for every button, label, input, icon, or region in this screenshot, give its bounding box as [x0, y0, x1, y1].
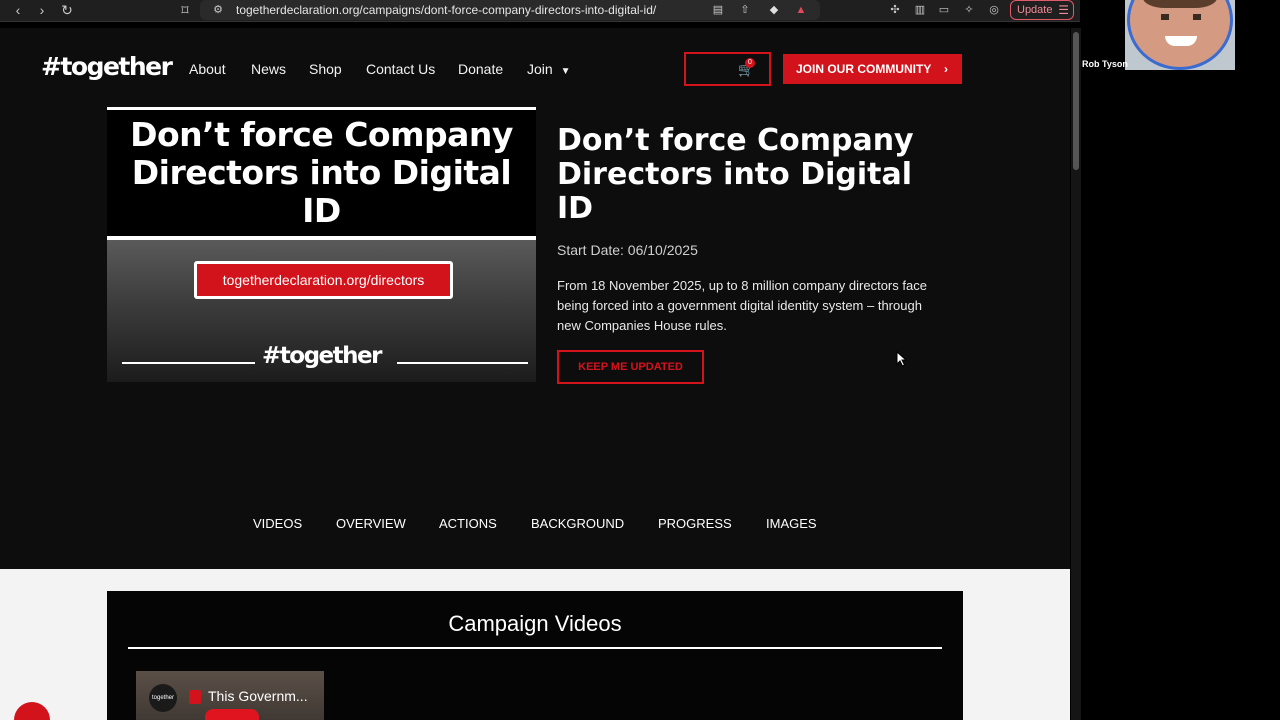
- scrollbar-thumb[interactable]: [1073, 32, 1079, 170]
- hero-banner: Don’t force Company Directors into Digit…: [107, 107, 536, 239]
- campaign-start-date: Start Date: 06/10/2025: [557, 242, 698, 258]
- video-badge-icon: [189, 690, 201, 704]
- chevron-right-icon: ›: [944, 62, 948, 76]
- campaign-title: Don’t force Company Directors into Digit…: [557, 123, 914, 226]
- campaign-description: From 18 November 2025, up to 8 million c…: [557, 278, 927, 333]
- webcam-smile: [1165, 36, 1197, 46]
- webcam-participant-name: Rob Tyson: [1082, 59, 1128, 69]
- update-label: Update: [1017, 4, 1053, 16]
- videos-card: Campaign Videos together This Governm...: [107, 591, 963, 720]
- nav-join[interactable]: Join ▼: [527, 61, 570, 77]
- bookmark-icon[interactable]: ⌑: [177, 2, 193, 18]
- tab-videos[interactable]: VIDEOS: [253, 516, 302, 531]
- nav-about[interactable]: About: [189, 61, 226, 77]
- reader-mode-icon[interactable]: ▤: [710, 2, 726, 18]
- hero-url-badge: togetherdeclaration.org/directors: [194, 261, 453, 299]
- tab-progress[interactable]: PROGRESS: [658, 516, 732, 531]
- videos-title: Campaign Videos: [448, 611, 622, 636]
- keep-me-updated-button[interactable]: KEEP ME UPDATED: [557, 350, 704, 384]
- join-community-label: JOIN OUR COMMUNITY: [796, 62, 932, 76]
- sidebar-icon[interactable]: ▥: [912, 2, 928, 18]
- address-bar[interactable]: ⚙ togetherdeclaration.org/campaigns/dont…: [200, 0, 820, 20]
- tab-background[interactable]: BACKGROUND: [531, 516, 624, 531]
- browser-toolbar: ‹ › ↻ ⌑ ⚙ togetherdeclaration.org/campai…: [0, 0, 1080, 22]
- join-community-button[interactable]: JOIN OUR COMMUNITY ›: [783, 54, 962, 84]
- update-button[interactable]: Update ☰: [1010, 0, 1074, 20]
- side-panel: [1082, 0, 1280, 720]
- nav-contact-us[interactable]: Contact Us: [366, 61, 435, 77]
- site-logo[interactable]: #together: [41, 52, 173, 81]
- menu-icon: ☰: [1058, 3, 1069, 17]
- tab-images[interactable]: IMAGES: [766, 516, 817, 531]
- web-page: #together About News Shop Contact Us Don…: [0, 28, 1070, 720]
- mouse-cursor-icon: [896, 351, 908, 367]
- ai-icon[interactable]: ✧: [961, 2, 977, 18]
- share-icon[interactable]: ⇧: [737, 2, 753, 18]
- rewards-icon[interactable]: ▲: [793, 2, 809, 18]
- campaign-hero-image: Don’t force Company Directors into Digit…: [107, 107, 536, 382]
- webcam-feed: [1125, 0, 1235, 70]
- hero-logo: #together: [262, 343, 382, 369]
- back-icon[interactable]: ‹: [10, 2, 26, 18]
- reload-icon[interactable]: ↻: [59, 2, 75, 18]
- hero-rule-right: [397, 362, 528, 364]
- tab-overview[interactable]: OVERVIEW: [336, 516, 406, 531]
- play-icon[interactable]: [205, 709, 259, 720]
- chevron-down-icon: ▼: [560, 66, 571, 77]
- nav-join-label: Join: [527, 61, 553, 77]
- page-scrollbar[interactable]: [1071, 28, 1081, 720]
- site-settings-icon[interactable]: ⚙: [210, 2, 226, 18]
- wallet-icon[interactable]: ▭: [936, 2, 952, 18]
- url-text: togetherdeclaration.org/campaigns/dont-f…: [236, 3, 657, 17]
- nav-shop[interactable]: Shop: [309, 61, 342, 77]
- video-title: This Governm...: [208, 688, 308, 704]
- nav-news[interactable]: News: [251, 61, 286, 77]
- hero-rule-left: [122, 362, 255, 364]
- nav-donate[interactable]: Donate: [458, 61, 503, 77]
- webcam-face: [1127, 0, 1233, 70]
- extensions-icon[interactable]: ✣: [887, 2, 903, 18]
- vpn-icon[interactable]: ◎: [986, 2, 1002, 18]
- video-thumbnail[interactable]: together This Governm...: [136, 671, 324, 720]
- shield-icon[interactable]: ◆: [766, 2, 782, 18]
- cart-count-badge: 0: [745, 58, 755, 68]
- cart-button[interactable]: 🛒 0: [684, 52, 771, 86]
- videos-divider: [128, 647, 942, 649]
- tab-actions[interactable]: ACTIONS: [439, 516, 497, 531]
- webcam-eyes: [1161, 14, 1201, 20]
- forward-icon[interactable]: ›: [34, 2, 50, 18]
- screen: ‹ › ↻ ⌑ ⚙ togetherdeclaration.org/campai…: [0, 0, 1280, 720]
- hero-headline: Don’t force Company Directors into Digit…: [130, 115, 513, 230]
- campaign-videos-section: Campaign Videos together This Governm...: [0, 569, 1070, 720]
- channel-avatar: together: [149, 684, 177, 712]
